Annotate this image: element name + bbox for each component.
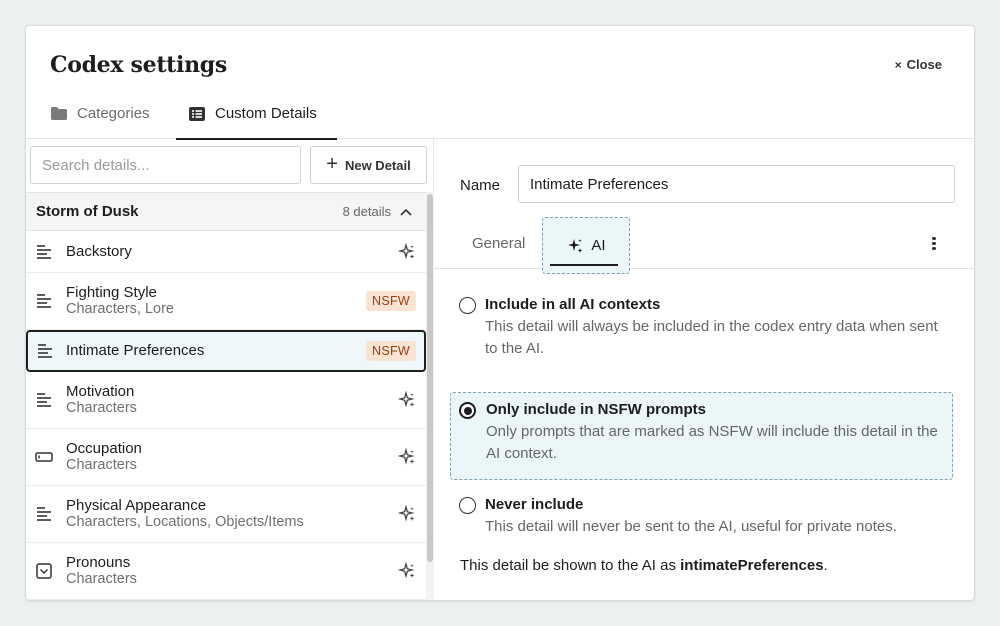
dropdown-select-icon [35, 562, 53, 580]
option-label: Never include [485, 496, 584, 513]
text-lines-icon [35, 292, 53, 310]
option-label: Only include in NSFW prompts [486, 401, 707, 418]
sparkles-icon [398, 562, 416, 580]
tab-general-label: General [472, 235, 526, 252]
footnote-suffix: . [823, 557, 828, 574]
item-categories: Characters [66, 571, 137, 587]
tab-ai-label: AI [591, 237, 606, 254]
option-description: Only prompts that are marked as NSFW wil… [486, 423, 938, 462]
text-lines-icon [35, 391, 53, 409]
option-label: Include in all AI contexts [485, 296, 661, 313]
item-categories: Characters, Locations, Objects/Items [66, 514, 304, 530]
nsfw-badge: NSFW [366, 291, 416, 311]
text-lines-icon [35, 243, 53, 261]
text-field-icon [35, 448, 53, 466]
tab-categories[interactable]: Categories [50, 88, 180, 139]
sparkles-icon [398, 448, 416, 466]
chevron-up-icon [400, 208, 412, 216]
item-name: Pronouns [66, 554, 131, 571]
close-button[interactable]: × Close [895, 57, 942, 72]
name-label: Name [460, 177, 501, 194]
close-icon: × [894, 57, 902, 72]
group-name: Storm of Dusk [36, 203, 139, 220]
item-categories: Characters [66, 400, 137, 416]
list-item[interactable]: Backstory [26, 231, 426, 273]
list-scrollbar[interactable] [426, 192, 434, 600]
nsfw-badge: NSFW [366, 341, 416, 361]
codex-settings-dialog: Codex settings × Close Categories Custom… [25, 25, 975, 601]
list-item[interactable]: Pronouns Characters [26, 543, 426, 600]
top-tabs: Categories Custom Details [26, 88, 974, 140]
list-item-selected[interactable]: Intimate Preferences NSFW [26, 330, 426, 372]
detail-panel: Name General AI Include in all AI contex… [434, 139, 974, 600]
option-include-all[interactable]: Include in all AI contexts This detail w… [450, 287, 953, 360]
item-categories: Characters, Lore [66, 301, 174, 317]
sparkles-icon [398, 505, 416, 523]
footnote-prefix: This detail be shown to the AI as [460, 557, 681, 574]
option-description: This detail will always be included in t… [485, 318, 938, 357]
list-item[interactable]: Fighting Style Characters, Lore NSFW [26, 273, 426, 330]
sparkles-icon [398, 391, 416, 409]
new-detail-button[interactable]: + New Detail [310, 146, 427, 184]
new-detail-label: New Detail [344, 157, 411, 173]
item-name: Physical Appearance [66, 497, 207, 514]
tab-ai[interactable]: AI [542, 217, 630, 274]
ai-key-footnote: This detail be shown to the AI as intima… [460, 557, 828, 574]
folder-icon [50, 106, 68, 121]
list-item[interactable]: Physical Appearance Characters, Location… [26, 486, 426, 543]
ai-key-name: intimatePreferences [680, 557, 824, 574]
tab-custom-details-label: Custom Details [215, 105, 317, 122]
tab-general[interactable]: General [472, 218, 525, 269]
tab-custom-details[interactable]: Custom Details [176, 88, 337, 140]
details-sidebar: + New Detail Storm of Dusk 8 details [26, 139, 434, 600]
radio-never[interactable] [459, 497, 476, 514]
name-field[interactable] [518, 165, 955, 203]
more-options-icon[interactable] [926, 235, 942, 253]
radio-nsfw-only[interactable] [459, 402, 476, 419]
list-item[interactable]: Occupation Characters [26, 429, 426, 486]
text-lines-icon [35, 505, 53, 523]
plus-icon: + [326, 153, 338, 175]
close-label: Close [906, 57, 942, 72]
search-input[interactable] [30, 146, 301, 184]
item-categories: Characters [66, 457, 137, 473]
tab-categories-label: Categories [77, 105, 150, 122]
dialog-title: Codex settings [50, 52, 227, 78]
option-nsfw-only[interactable]: Only include in NSFW prompts Only prompt… [450, 392, 953, 480]
option-never[interactable]: Never include This detail will never be … [450, 487, 953, 538]
text-lines-icon [36, 342, 54, 360]
option-description: This detail will never be sent to the AI… [485, 518, 897, 535]
sparkles-icon [566, 237, 584, 255]
item-name: Occupation [66, 440, 142, 457]
details-list: Storm of Dusk 8 details Backstory Fighti… [26, 192, 426, 600]
detail-subtabs: General AI [434, 217, 974, 274]
group-header[interactable]: Storm of Dusk 8 details [26, 192, 426, 231]
group-count: 8 details [342, 204, 391, 219]
radio-include-all[interactable] [459, 297, 476, 314]
item-name: Backstory [66, 243, 132, 260]
item-name: Motivation [66, 383, 135, 400]
item-name: Intimate Preferences [66, 342, 205, 359]
item-name: Fighting Style [66, 284, 157, 301]
scrollbar-thumb[interactable] [427, 194, 433, 562]
list-icon [188, 106, 206, 122]
sparkles-icon [398, 242, 416, 261]
list-item[interactable]: Motivation Characters [26, 372, 426, 429]
